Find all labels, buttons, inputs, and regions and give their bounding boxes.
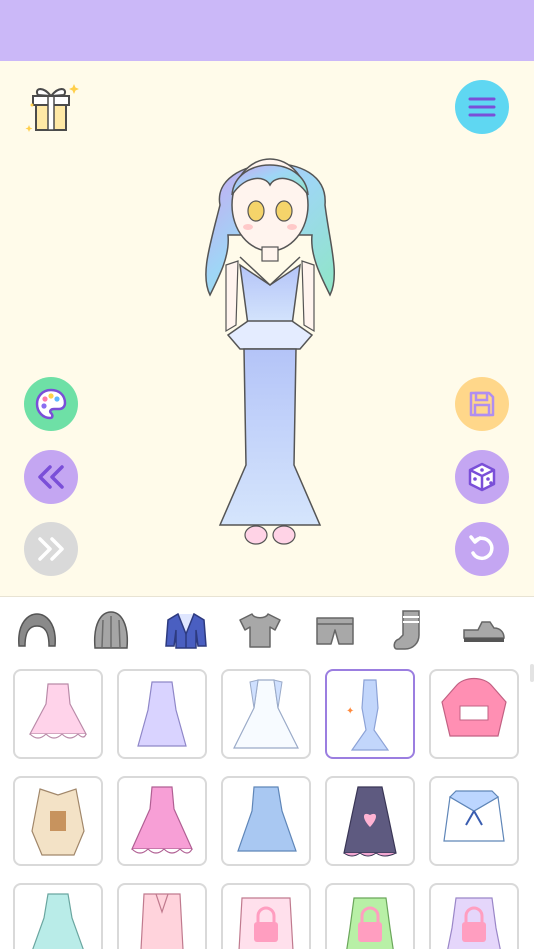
category-tops[interactable]: [235, 605, 285, 655]
outfit-item[interactable]: ✦: [325, 669, 415, 759]
blue-mermaid-gown: ✦: [346, 679, 390, 751]
floppy-disk-icon: [469, 391, 495, 417]
category-socks[interactable]: [384, 605, 434, 655]
category-hair[interactable]: [12, 605, 62, 655]
outfit-item[interactable]: [325, 776, 415, 866]
navy-heart-dress: [343, 786, 397, 857]
category-bar: [0, 597, 534, 661]
outfit-item[interactable]: [117, 669, 207, 759]
lilac-dress: [447, 897, 501, 949]
undo-icon: [469, 535, 494, 561]
outfit-item[interactable]: [429, 883, 519, 949]
jacket-icon: [165, 613, 207, 649]
green-dress: [346, 897, 394, 949]
outfit-grid: ✦: [0, 661, 534, 949]
palette-icon: [35, 388, 67, 420]
outfit-item[interactable]: [117, 883, 207, 949]
sock-icon: [393, 610, 420, 650]
shorts-icon: [316, 617, 354, 645]
double-chevron-right-icon: [38, 537, 64, 561]
dressup-stage: [0, 61, 534, 596]
next-button[interactable]: [24, 522, 78, 576]
back-hair-icon: [93, 611, 129, 649]
outfit-item[interactable]: [429, 669, 519, 759]
lavender-dress: [137, 681, 187, 747]
outfit-item[interactable]: [13, 669, 103, 759]
scrollbar[interactable]: [530, 664, 534, 682]
pink-robe: [238, 897, 294, 949]
outfit-item[interactable]: [221, 776, 311, 866]
outfit-item[interactable]: [13, 776, 103, 866]
category-bottoms[interactable]: [310, 605, 360, 655]
category-outerwear[interactable]: [161, 605, 211, 655]
double-chevron-left-icon: [38, 465, 64, 489]
gift-icon[interactable]: [24, 81, 82, 135]
palette-button[interactable]: [24, 377, 78, 431]
mint-gown: [32, 893, 84, 949]
shirt-icon: [239, 613, 281, 648]
reset-button[interactable]: [455, 522, 509, 576]
character-avatar: [180, 135, 360, 565]
outfit-item[interactable]: [221, 669, 311, 759]
random-button[interactable]: [455, 450, 509, 504]
top-bar: [0, 0, 534, 61]
pink-frilly-dress: [29, 683, 87, 739]
outfit-item[interactable]: [221, 883, 311, 949]
hair-icon: [18, 613, 56, 647]
pink-hoodie: [441, 677, 507, 737]
shoe-icon: [463, 621, 505, 642]
menu-button[interactable]: [455, 80, 509, 134]
outfit-item[interactable]: [13, 883, 103, 949]
outfit-item[interactable]: [325, 883, 415, 949]
category-shoes[interactable]: [458, 605, 508, 655]
white-gown: [233, 679, 299, 749]
outfit-item[interactable]: [117, 776, 207, 866]
blue-shirt-dress: [237, 786, 297, 852]
svg-text:✦: ✦: [346, 706, 354, 717]
hamburger-menu-icon: [468, 97, 496, 117]
previous-button[interactable]: [24, 450, 78, 504]
beige-coat: [31, 788, 85, 856]
save-button[interactable]: [455, 377, 509, 431]
category-back-hair[interactable]: [86, 605, 136, 655]
sailor-top: [443, 790, 505, 842]
pink-ruffle-dress: [131, 786, 193, 854]
dice-icon: [468, 462, 496, 492]
pink-kimono: [140, 893, 184, 949]
outfit-item[interactable]: [429, 776, 519, 866]
